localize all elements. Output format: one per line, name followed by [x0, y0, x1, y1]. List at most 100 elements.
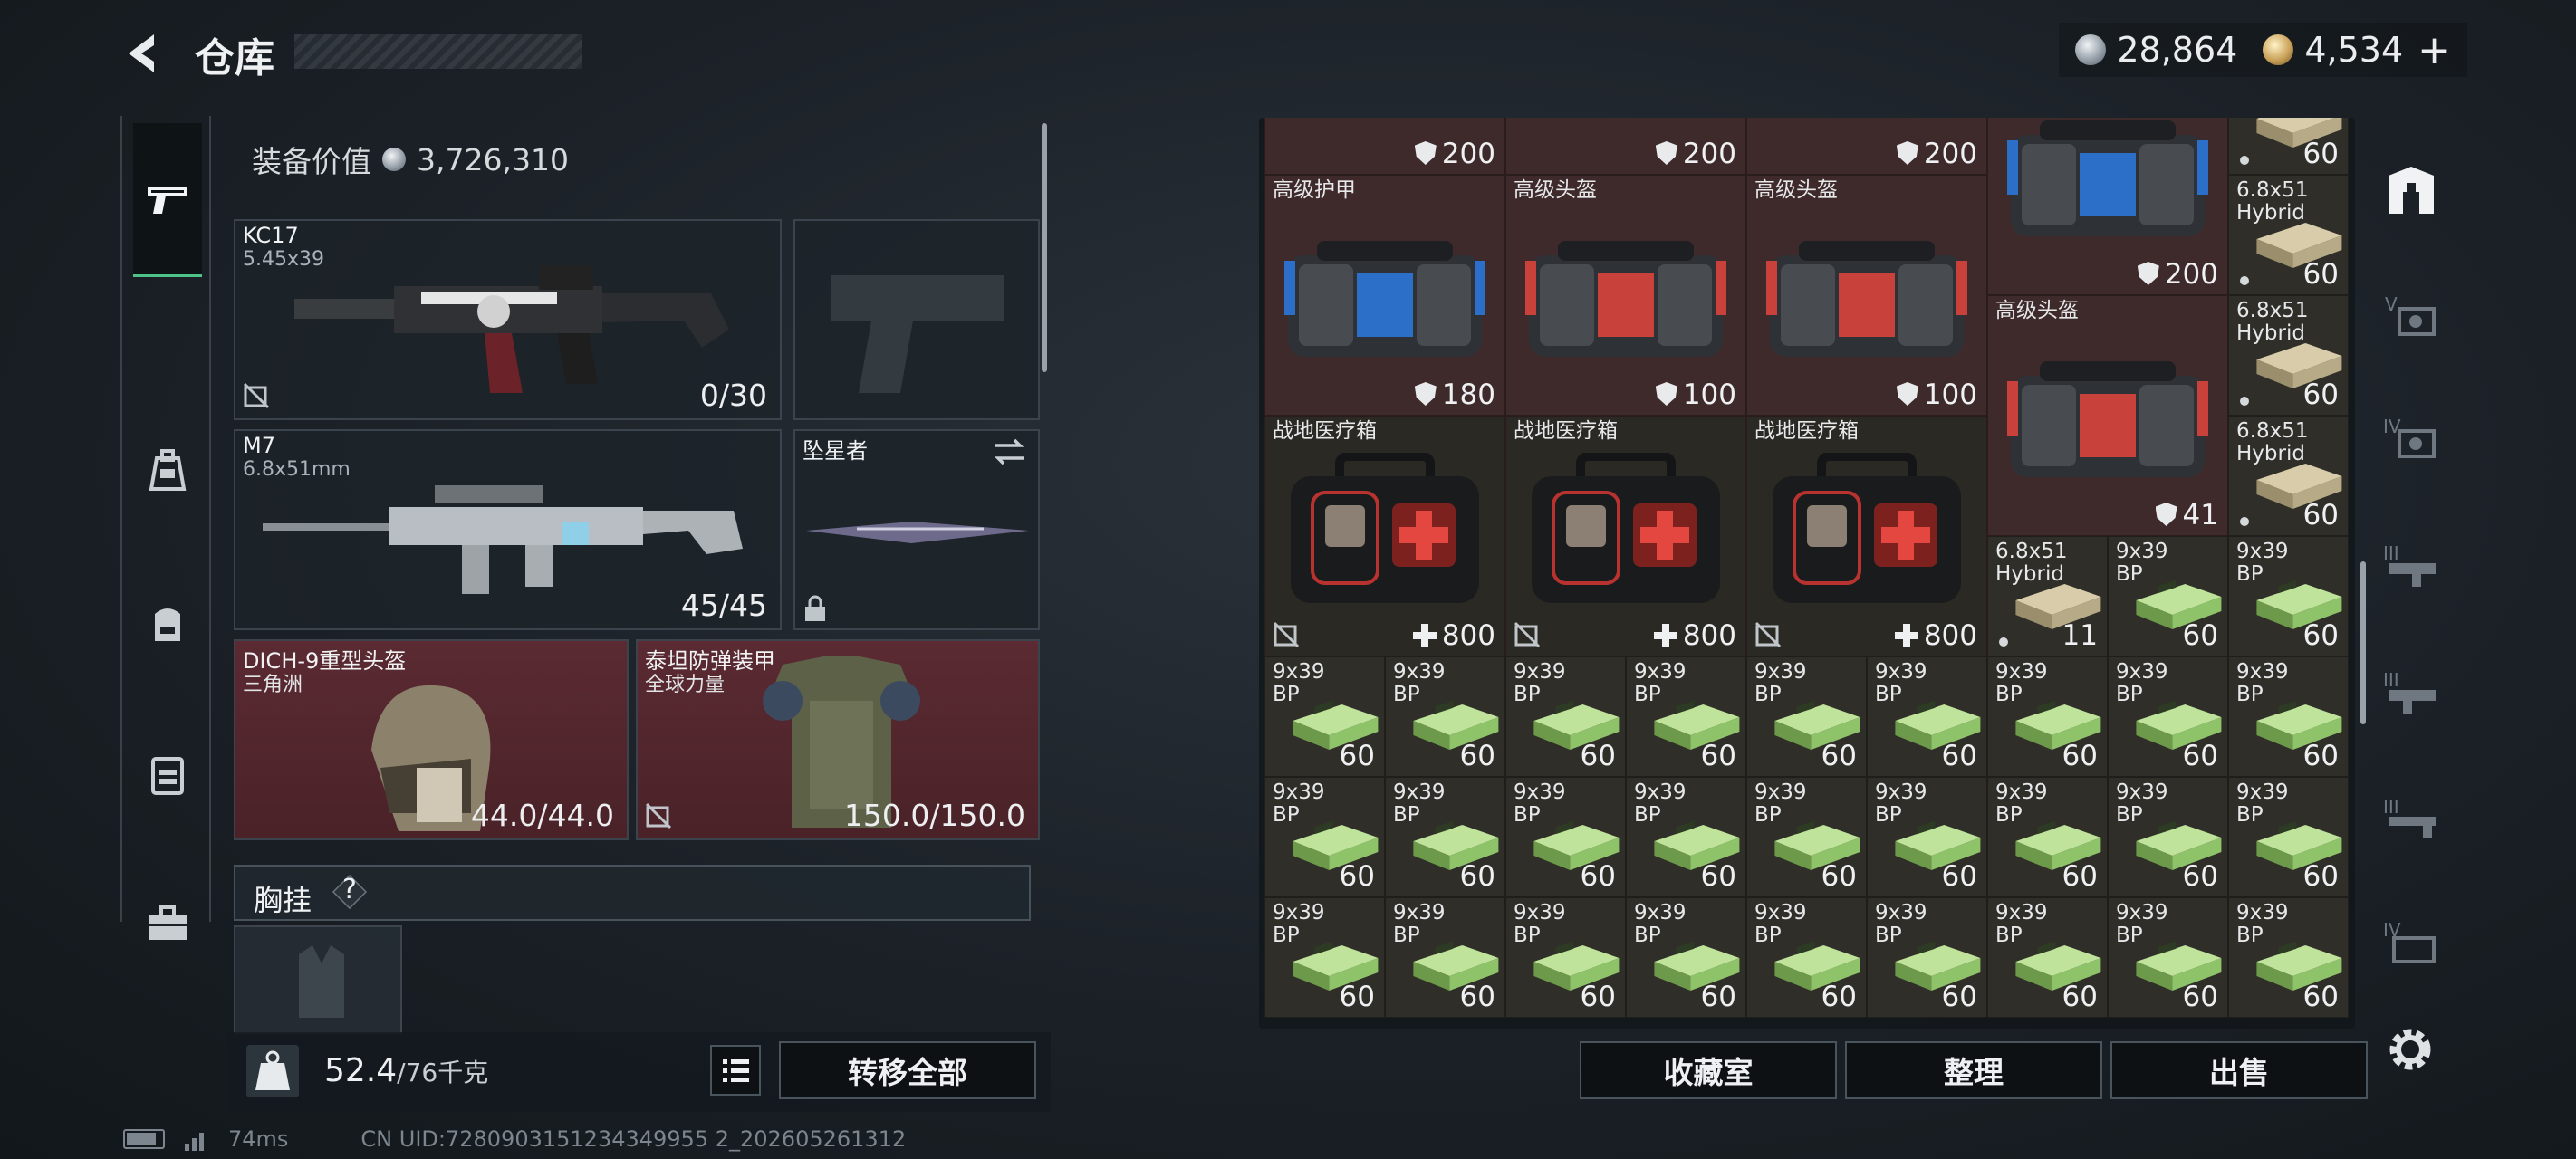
filter-level-iii-pistol[interactable]: III: [2371, 779, 2451, 858]
grid-item-top[interactable]: 200: [1746, 118, 1987, 175]
grid-item-ammo[interactable]: 9x39 BP 60: [1626, 777, 1746, 897]
grid-item-ammo[interactable]: 9x39 BP 60: [1867, 656, 1987, 777]
grid-item-bag-partial[interactable]: 200: [1987, 118, 2228, 295]
grid-item-ammo[interactable]: 9x39 BP 60: [1626, 656, 1746, 777]
back-arrow-icon[interactable]: [118, 27, 170, 80]
player-uid: CN UID:7280903151234349955 2_20260526131…: [360, 1126, 907, 1152]
primary-weapon-slot[interactable]: KC17 5.45x39 0/30: [234, 219, 782, 420]
grid-item-bag[interactable]: 高级头盔 41: [1987, 295, 2228, 536]
helmet-durability: 44.0/44.0: [470, 798, 614, 833]
grid-item-ammo[interactable]: 9x39 BP 60: [1746, 897, 1867, 1018]
pistol-slot-empty[interactable]: [793, 219, 1040, 420]
ammo-count: 60: [2302, 378, 2339, 411]
durability-value: 180: [1414, 378, 1495, 411]
grid-item-ammo[interactable]: 9x39 BP 60: [1746, 777, 1867, 897]
ammo-caliber: 9x39: [2236, 901, 2289, 924]
filter-level-v-armor[interactable]: V: [2371, 276, 2451, 356]
grid-item-ammo[interactable]: 9x39 BP 60: [2108, 656, 2228, 777]
grid-item-medkit[interactable]: 战地医疗箱 800: [1505, 416, 1746, 656]
grid-item-ammo[interactable]: 9x39 BP 60: [2228, 656, 2349, 777]
grid-item-ammo[interactable]: 9x39 BP 60: [1264, 897, 1385, 1018]
ammo-count: 60: [1580, 860, 1616, 893]
grid-item-ammo[interactable]: 9x39 BP 60: [1505, 656, 1626, 777]
silver-currency: 28,864: [2075, 30, 2237, 70]
sidebar-item-armor[interactable]: [133, 739, 202, 811]
grid-item-ammo[interactable]: 9x39 BP 60: [1987, 656, 2108, 777]
grid-item-ammo[interactable]: 9x39 BP 60: [2228, 536, 2349, 656]
grid-item-ammo[interactable]: 6.8x51 Hybrid 11: [1987, 536, 2108, 656]
grid-item-ammo[interactable]: 9x39 BP 60: [1385, 656, 1505, 777]
ammo-caliber: 9x39: [1754, 901, 1807, 924]
grid-item-ammo[interactable]: 60: [2228, 118, 2349, 175]
filter-level-iv-armor[interactable]: IV: [2371, 398, 2451, 478]
grid-item-medkit[interactable]: 战地医疗箱 800: [1746, 416, 1987, 656]
add-gold-button[interactable]: +: [2417, 27, 2451, 73]
grid-item-ammo[interactable]: 9x39 BP 60: [1505, 777, 1626, 897]
sidebar-item-rig[interactable]: [133, 435, 202, 507]
melee-slot[interactable]: 坠星者: [793, 429, 1040, 630]
grid-item-bag[interactable]: 高级护甲 180: [1264, 175, 1505, 416]
sidebar-item-case[interactable]: [133, 887, 202, 960]
armor-slot[interactable]: 泰坦防弹装甲 全球力量 150.0/150.0: [636, 639, 1040, 840]
silver-coin-icon: [382, 148, 406, 171]
filter-scrollbar[interactable]: [2360, 561, 2366, 724]
transfer-all-button[interactable]: 转移全部: [779, 1041, 1036, 1099]
grid-item-ammo[interactable]: 9x39 BP 60: [1264, 656, 1385, 777]
grid-item-ammo[interactable]: 9x39 BP 60: [1385, 897, 1505, 1018]
grid-item-ammo[interactable]: 9x39 BP 60: [1505, 897, 1626, 1018]
grid-item-ammo[interactable]: 9x39 BP 60: [2108, 897, 2228, 1018]
grid-item-ammo[interactable]: 6.8x51 Hybrid 60: [2228, 175, 2349, 295]
ammo-count: 60: [2062, 740, 2098, 772]
equipment-category-sidebar: [120, 116, 211, 940]
grid-item-ammo[interactable]: 9x39 BP 60: [1987, 897, 2108, 1018]
ping-value: 74ms: [228, 1126, 289, 1152]
filter-all-button[interactable]: [2371, 151, 2451, 231]
medkit-image: [1773, 453, 1961, 603]
list-view-button[interactable]: [710, 1045, 761, 1096]
secondary-weapon-slot[interactable]: M7 6.8x51mm 45/45: [234, 429, 782, 630]
gear-icon[interactable]: [2382, 1021, 2438, 1078]
helmet-slot[interactable]: DICH-9重型头盔 三角洲 44.0/44.0: [234, 639, 629, 840]
grid-item-bag[interactable]: 高级头盔 100: [1746, 175, 1987, 416]
gold-currency[interactable]: 4,534 +: [2263, 27, 2451, 73]
grid-item-ammo[interactable]: 9x39 BP 60: [2228, 777, 2349, 897]
ammo-dot: [2240, 156, 2249, 165]
equipment-scrollbar[interactable]: [1042, 123, 1047, 372]
durability-value: 41: [2155, 499, 2218, 532]
grid-item-ammo[interactable]: 9x39 BP 60: [2108, 777, 2228, 897]
grid-item-ammo[interactable]: 9x39 BP 60: [1626, 897, 1746, 1018]
grid-item-ammo[interactable]: 9x39 BP 60: [2108, 536, 2228, 656]
grid-item-top[interactable]: 200: [1264, 118, 1505, 175]
grid-item-ammo[interactable]: 9x39 BP 60: [1385, 777, 1505, 897]
ammo-caliber: 6.8x51: [1995, 540, 2068, 563]
grid-item-bag[interactable]: 高级头盔 100: [1505, 175, 1746, 416]
collection-room-button[interactable]: 收藏室: [1580, 1041, 1837, 1099]
swap-icon[interactable]: [991, 436, 1027, 467]
sort-button[interactable]: 整理: [1845, 1041, 2102, 1099]
sidebar-item-backpack[interactable]: [133, 587, 202, 659]
grid-item-ammo[interactable]: 9x39 BP 60: [1867, 897, 1987, 1018]
ammo-count: 60: [2182, 619, 2218, 652]
grid-item-ammo[interactable]: 9x39 BP 60: [1264, 777, 1385, 897]
signal-icon: [185, 1133, 204, 1151]
filter-level-iii-smg[interactable]: III: [2371, 652, 2451, 732]
grid-item-ammo[interactable]: 9x39 BP 60: [1987, 777, 2108, 897]
grid-item-medkit[interactable]: 战地医疗箱 800: [1264, 416, 1505, 656]
grid-item-top[interactable]: 200: [1505, 118, 1746, 175]
sell-button[interactable]: 出售: [2110, 1041, 2368, 1099]
filter-level-iii-rifle[interactable]: III: [2371, 525, 2451, 605]
grid-item-ammo[interactable]: 6.8x51 Hybrid 60: [2228, 295, 2349, 416]
level-iii-rifle-icon: III: [2383, 542, 2436, 587]
grid-item-ammo[interactable]: 6.8x51 Hybrid 60: [2228, 416, 2349, 536]
grid-item-ammo[interactable]: 9x39 BP 60: [2228, 897, 2349, 1018]
grid-item-ammo[interactable]: 9x39 BP 60: [1867, 777, 1987, 897]
ammo-caliber: 9x39: [1875, 901, 1927, 924]
filter-level-iv-ammo[interactable]: IV: [2371, 902, 2451, 982]
sidebar-item-weapons[interactable]: [133, 123, 202, 277]
ammo-count: 60: [1339, 740, 1375, 772]
no-insurance-icon: [1754, 621, 1782, 648]
grid-item-ammo[interactable]: 9x39 BP 60: [1746, 656, 1867, 777]
ammo-caliber: 9x39: [2116, 660, 2168, 684]
chest-rig-slot-empty[interactable]: [234, 925, 402, 1034]
ammo-caliber: 9x39: [2236, 660, 2289, 684]
